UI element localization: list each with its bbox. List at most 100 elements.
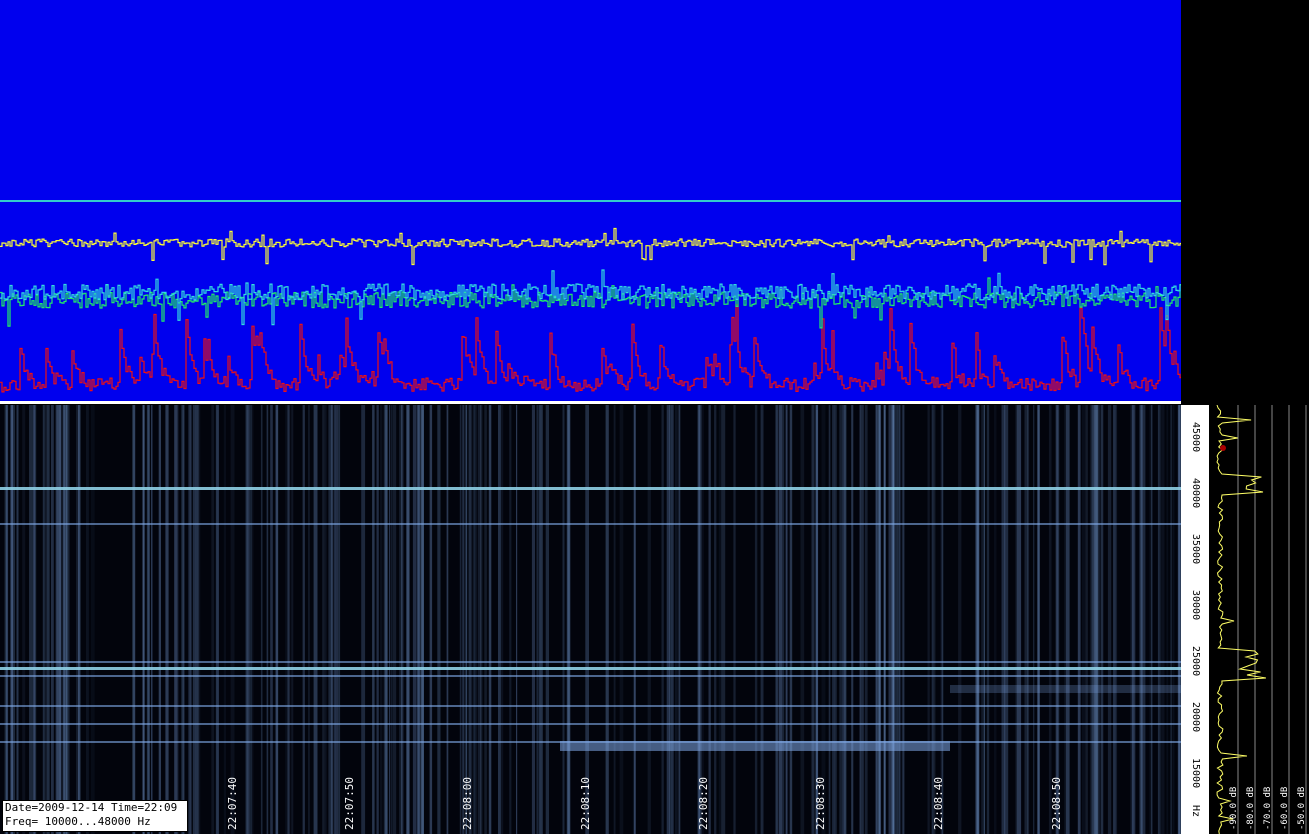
faint-band xyxy=(950,685,1181,693)
signal-burst xyxy=(560,741,950,751)
date-time-text: Date=2009-12-14 Time=22:09 xyxy=(5,801,178,814)
vertical-streak xyxy=(389,405,391,834)
vertical-streak xyxy=(562,405,565,834)
vertical-streak xyxy=(275,405,279,834)
vertical-streak xyxy=(721,405,726,834)
vertical-streak xyxy=(177,405,180,834)
vertical-streak xyxy=(399,405,402,834)
vertical-streak xyxy=(1016,405,1018,834)
scope-side-area xyxy=(1181,0,1309,403)
scope-traces xyxy=(0,200,1181,393)
vertical-streak xyxy=(174,405,178,834)
vertical-streak xyxy=(90,405,95,834)
time-label-4: 22:08:10 xyxy=(579,777,592,830)
freq-unit-label: Hz xyxy=(1190,805,1201,818)
vertical-streak xyxy=(412,405,417,834)
vertical-streak xyxy=(539,405,542,834)
vertical-streak xyxy=(778,405,783,834)
vertical-streak xyxy=(142,405,144,834)
db-label-3: -60.0 dB xyxy=(1280,786,1290,830)
horizontal-band xyxy=(0,667,1181,670)
vertical-streak xyxy=(192,405,196,834)
vertical-streak xyxy=(465,405,468,834)
vertical-streak xyxy=(634,405,636,834)
vertical-streak xyxy=(1001,405,1006,834)
scope-panel xyxy=(0,0,1181,403)
vertical-streak xyxy=(702,405,704,834)
vertical-streak xyxy=(1157,405,1160,834)
vertical-streak xyxy=(4,405,9,834)
vertical-streak xyxy=(484,405,487,834)
vertical-streak xyxy=(133,405,136,834)
vertical-streak xyxy=(899,405,902,834)
vertical-streak xyxy=(754,405,758,834)
vertical-streak xyxy=(1107,405,1112,834)
vertical-streak xyxy=(250,405,254,834)
vertical-streak xyxy=(1101,405,1103,834)
vertical-streak xyxy=(891,405,895,834)
vertical-streak xyxy=(775,405,777,834)
db-label-0: -90.0 dB xyxy=(1229,786,1239,830)
spectrogram-waterfall: 30 22:07:40 22:07:50 22:08:00 22:08:10 2… xyxy=(0,405,1181,834)
vertical-streak xyxy=(782,405,785,834)
vertical-streak xyxy=(733,405,737,834)
vertical-streak xyxy=(151,405,153,834)
vertical-streak xyxy=(536,405,540,834)
vertical-streak xyxy=(291,405,294,834)
vertical-streak xyxy=(1170,405,1172,834)
time-label-6: 22:08:30 xyxy=(814,777,827,830)
red-trace xyxy=(0,304,1181,393)
vertical-streak xyxy=(1151,405,1153,834)
vertical-streak xyxy=(266,405,269,834)
vertical-streak xyxy=(678,405,681,834)
vertical-streak xyxy=(516,405,518,834)
horizontal-band xyxy=(0,705,1181,707)
vertical-streak xyxy=(477,405,482,834)
vertical-streak xyxy=(245,405,249,834)
spectrogram-image xyxy=(0,405,1181,834)
vertical-streak xyxy=(879,405,882,834)
vertical-streak xyxy=(1077,405,1081,834)
vertical-streak xyxy=(392,405,397,834)
vertical-streak xyxy=(851,405,854,834)
vertical-streak xyxy=(42,405,44,834)
vertical-streak xyxy=(1064,405,1066,834)
vertical-streak xyxy=(1015,405,1017,834)
vertical-streak xyxy=(51,405,54,834)
vertical-streak xyxy=(958,405,962,834)
vertical-streak xyxy=(287,405,290,834)
vertical-streak xyxy=(468,405,472,834)
vertical-streak xyxy=(927,405,930,834)
vertical-streak xyxy=(875,405,878,834)
vertical-streak xyxy=(385,405,388,834)
vertical-streak xyxy=(361,405,366,834)
vertical-streak xyxy=(545,405,549,834)
vertical-streak xyxy=(1096,405,1100,834)
time-label-8: 22:08:50 xyxy=(1050,777,1063,830)
vertical-streak xyxy=(46,405,50,834)
vertical-streak xyxy=(181,405,184,834)
vertical-streak xyxy=(302,405,305,834)
vertical-streak xyxy=(22,405,26,834)
freq-label-30000: 30000 xyxy=(1190,590,1201,621)
horizontal-band xyxy=(0,487,1181,490)
time-label-1: 22:07:40 xyxy=(226,777,239,830)
vertical-streak xyxy=(488,405,492,834)
vertical-streak xyxy=(188,405,192,834)
vertical-streak xyxy=(313,405,318,834)
db-label-1: -80.0 dB xyxy=(1246,786,1256,830)
vertical-streak xyxy=(993,405,997,834)
vertical-streak xyxy=(1027,405,1030,834)
horizontal-band xyxy=(0,661,1181,663)
vertical-streak xyxy=(86,405,89,834)
spectrum-line xyxy=(1216,405,1266,834)
vertical-streak xyxy=(459,405,461,834)
vertical-streak xyxy=(888,405,892,834)
vertical-streak xyxy=(380,405,383,834)
time-label-2: 22:07:50 xyxy=(343,777,356,830)
vertical-streak xyxy=(1085,405,1088,834)
horizontal-band xyxy=(0,723,1181,725)
vertical-streak xyxy=(215,405,219,834)
vertical-streak xyxy=(585,405,589,834)
vertical-streak xyxy=(417,405,421,834)
